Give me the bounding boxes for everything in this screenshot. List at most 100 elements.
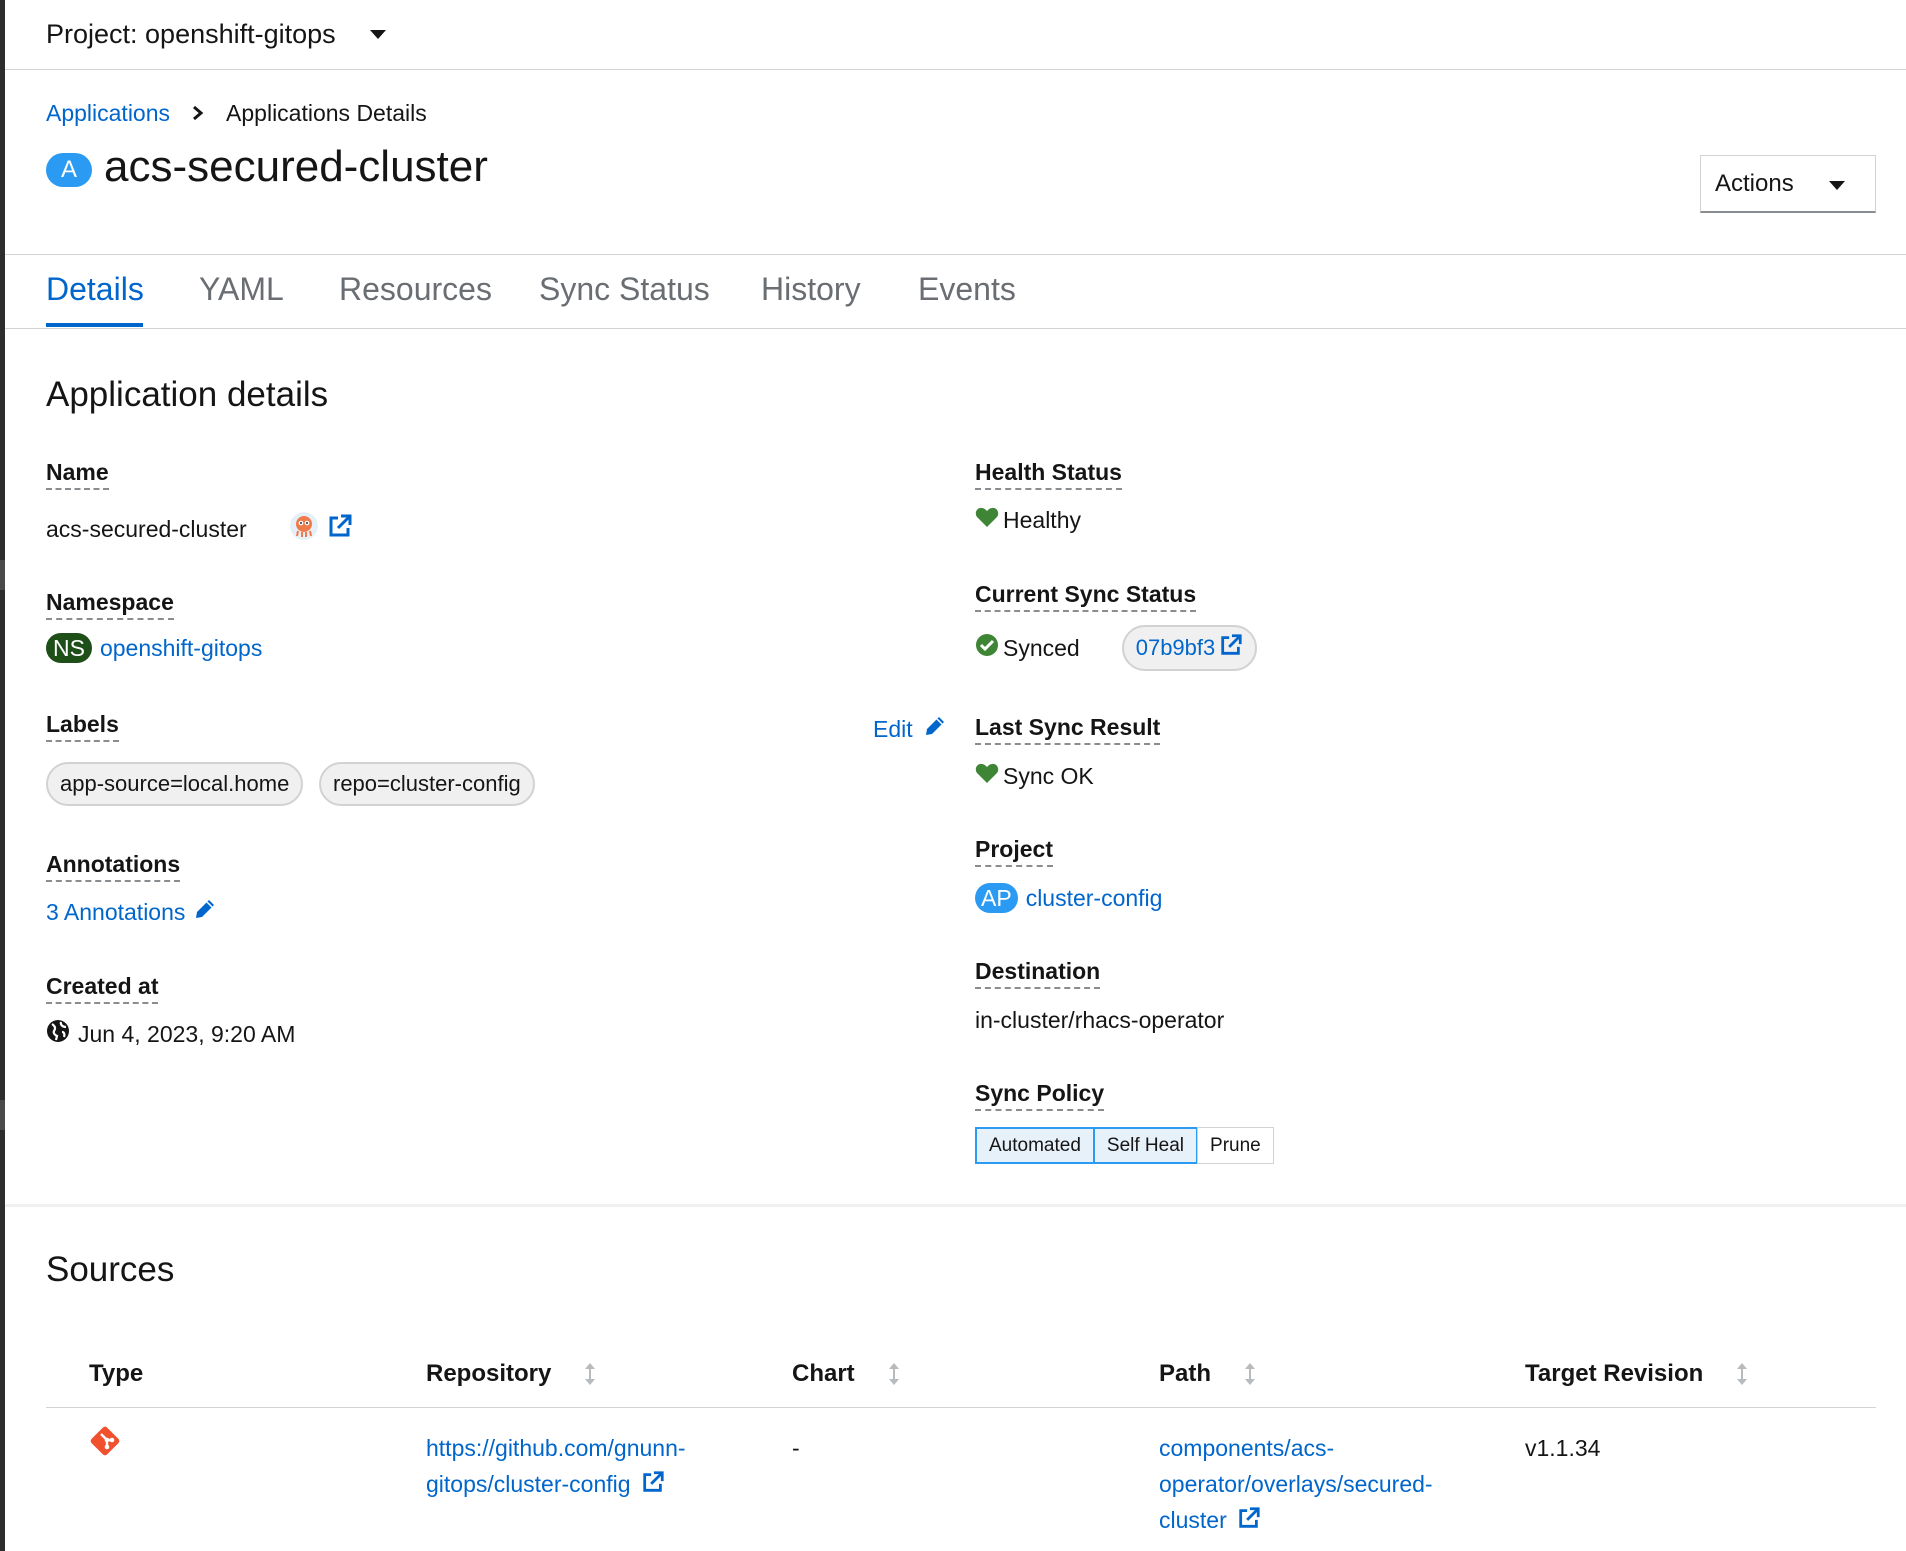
created-at-value: Jun 4, 2023, 9:20 AM — [78, 1020, 296, 1047]
project-badge: AP — [975, 883, 1018, 913]
revision-chip[interactable]: 07b9bf3 — [1121, 625, 1258, 671]
heart-icon — [975, 506, 999, 534]
sync-policy-self-heal[interactable]: Self Heal — [1092, 1127, 1199, 1164]
column-header-label: Chart — [792, 1360, 855, 1387]
tab-details[interactable]: Details — [46, 271, 144, 308]
destination-label: Destination — [975, 958, 1101, 989]
labels-edit-link[interactable]: Edit — [873, 716, 913, 743]
sources-heading: Sources — [46, 1250, 175, 1289]
breadcrumb-current: Applications Details — [226, 100, 427, 126]
namespace-label: Namespace — [46, 589, 174, 620]
project-value-row: AP cluster-config — [975, 883, 1162, 913]
current-sync-status-label: Current Sync Status — [975, 581, 1197, 612]
path-link[interactable]: operator/overlays/secured- — [1159, 1471, 1433, 1497]
revision-link[interactable]: 07b9bf3 — [1136, 635, 1216, 661]
repository-link[interactable]: https://github.com/gnunn- — [426, 1435, 686, 1461]
chart-cell: - — [792, 1435, 800, 1461]
sort-icon[interactable] — [1243, 1361, 1257, 1387]
actions-dropdown[interactable]: Actions — [1700, 155, 1876, 213]
external-link-icon[interactable] — [1219, 633, 1243, 663]
labels-edit[interactable]: Edit — [873, 714, 947, 744]
left-edge — [0, 0, 5, 1551]
current-sync-status-value-row: Synced 07b9bf3 — [975, 625, 1258, 671]
tab-events[interactable]: Events — [918, 271, 1016, 308]
column-header-label: Type — [89, 1360, 144, 1387]
globe-icon — [46, 1019, 70, 1049]
sort-icon[interactable] — [1735, 1361, 1749, 1387]
label-chip: repo=cluster-config — [319, 762, 535, 806]
name-value: acs-secured-cluster — [46, 515, 247, 542]
section-divider — [5, 1204, 1906, 1207]
heart-icon — [975, 762, 999, 790]
path-cell: components/acs- operator/overlays/secure… — [1159, 1430, 1433, 1540]
path-link[interactable]: components/acs- — [1159, 1435, 1334, 1461]
external-link-icon[interactable] — [641, 1468, 665, 1504]
namespace-link[interactable]: openshift-gitops — [100, 635, 262, 662]
external-link-icon[interactable] — [327, 513, 353, 545]
current-sync-status-value: Synced — [1003, 634, 1080, 661]
actions-label: Actions — [1715, 169, 1794, 197]
tab-bar: Details YAML Resources Sync Status Histo… — [5, 255, 1906, 329]
page-header: A acs-secured-cluster — [46, 142, 488, 192]
sort-icon[interactable] — [583, 1361, 597, 1387]
edge-mark — [0, 1100, 5, 1130]
caret-down-icon — [1829, 181, 1845, 190]
sync-policy-label: Sync Policy — [975, 1080, 1105, 1111]
pencil-icon[interactable] — [923, 714, 947, 744]
health-status-value-row: Healthy — [975, 506, 1081, 534]
created-at-value-row: Jun 4, 2023, 9:20 AM — [46, 1019, 295, 1049]
application-details-heading: Application details — [46, 375, 329, 414]
tab-sync-status[interactable]: Sync Status — [539, 271, 710, 308]
column-header-chart[interactable]: Chart — [792, 1360, 901, 1388]
column-header-path[interactable]: Path — [1159, 1360, 1257, 1388]
project-selector[interactable]: Project: openshift-gitops — [46, 19, 336, 50]
column-header-label: Repository — [426, 1360, 552, 1387]
repository-cell: https://github.com/gnunn- gitops/cluster… — [426, 1430, 686, 1504]
application-badge: A — [46, 153, 92, 187]
page-title: acs-secured-cluster — [104, 142, 488, 191]
caret-down-icon[interactable] — [369, 30, 386, 39]
repository-link[interactable]: gitops/cluster-config — [426, 1471, 631, 1497]
project-link[interactable]: cluster-config — [1026, 885, 1163, 912]
column-header-type: Type — [89, 1360, 143, 1388]
path-link[interactable]: cluster — [1159, 1507, 1227, 1533]
breadcrumb-applications-link[interactable]: Applications — [46, 100, 170, 127]
annotations-link[interactable]: 3 Annotations — [46, 899, 185, 926]
annotations-label: Annotations — [46, 851, 181, 882]
health-status-label: Health Status — [975, 459, 1122, 490]
sync-policy-automated[interactable]: Automated — [975, 1127, 1095, 1164]
name-value-row: acs-secured-cluster — [46, 511, 353, 547]
check-circle-icon — [975, 633, 999, 663]
chevron-right-icon — [192, 101, 204, 127]
namespace-badge: NS — [46, 633, 92, 663]
tab-yaml[interactable]: YAML — [199, 271, 284, 308]
created-at-label: Created at — [46, 973, 159, 1004]
tab-history[interactable]: History — [761, 271, 861, 308]
project-label: Project — [975, 836, 1053, 867]
health-status-value: Healthy — [1003, 506, 1081, 533]
column-header-repository[interactable]: Repository — [426, 1360, 597, 1388]
active-tab-indicator — [46, 323, 143, 327]
external-link-icon[interactable] — [1237, 1504, 1261, 1540]
breadcrumb: Applications Applications Details — [46, 100, 427, 127]
name-label: Name — [46, 459, 109, 490]
last-sync-result-value-row: Sync OK — [975, 762, 1094, 790]
column-header-target-revision[interactable]: Target Revision — [1525, 1360, 1749, 1388]
table-header-divider — [46, 1407, 1876, 1408]
destination-value-row: in-cluster/rhacs-operator — [975, 1007, 1224, 1034]
label-chip: app-source=local.home — [46, 762, 304, 806]
destination-value: in-cluster/rhacs-operator — [975, 1007, 1225, 1033]
sync-policy-prune[interactable]: Prune — [1197, 1127, 1274, 1164]
project-bar: Project: openshift-gitops — [5, 0, 1906, 70]
namespace-value-row: NS openshift-gitops — [46, 633, 262, 663]
last-sync-result-label: Last Sync Result — [975, 714, 1161, 745]
column-header-label: Target Revision — [1525, 1360, 1704, 1387]
sort-icon[interactable] — [887, 1361, 901, 1387]
tab-resources[interactable]: Resources — [339, 271, 492, 308]
target-revision-cell: v1.1.34 — [1525, 1435, 1601, 1461]
labels-label: Labels — [46, 711, 119, 742]
argo-icon[interactable] — [289, 511, 319, 547]
git-icon — [87, 1423, 123, 1469]
last-sync-result-value: Sync OK — [1003, 762, 1094, 789]
pencil-icon[interactable] — [193, 897, 217, 927]
